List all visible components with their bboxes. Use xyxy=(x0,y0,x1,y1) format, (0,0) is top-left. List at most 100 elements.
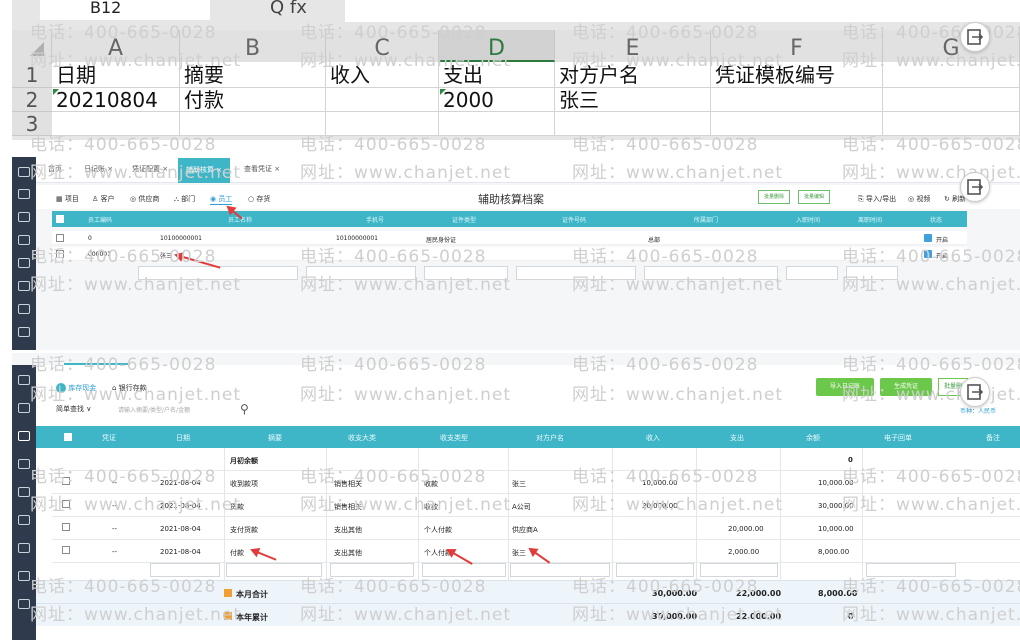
name-box[interactable]: B12 xyxy=(40,0,210,20)
row-header-2[interactable]: 2 xyxy=(12,88,52,112)
table-row[interactable]: -- 2021-08-04 支付货款 支出其他 个人付款 供应商A 20,000… xyxy=(52,517,1020,540)
batch-delete-button[interactable]: 批量删除 xyxy=(758,190,790,204)
filter-input[interactable] xyxy=(306,266,416,280)
status-toggle[interactable] xyxy=(924,250,932,258)
column-header-e[interactable]: E xyxy=(555,30,711,62)
row-checkbox[interactable] xyxy=(62,500,70,508)
generate-voucher-button[interactable]: 生成凭证 xyxy=(880,378,932,396)
chart-icon[interactable] xyxy=(18,212,30,222)
new-row-date-input[interactable] xyxy=(150,563,220,577)
filter-input[interactable] xyxy=(846,266,898,280)
row-checkbox[interactable] xyxy=(56,250,64,258)
report-icon[interactable] xyxy=(18,487,30,497)
exit-fullscreen-button[interactable] xyxy=(960,172,990,202)
column-header-a[interactable]: A xyxy=(52,30,180,62)
filter-input[interactable] xyxy=(424,266,508,280)
sub-tab-inventory[interactable]: ○ 存货 xyxy=(248,194,270,204)
status-toggle[interactable] xyxy=(924,234,932,242)
new-row-income-input[interactable] xyxy=(616,563,694,577)
sub-tab-department[interactable]: ⛬ 部门 xyxy=(174,194,195,204)
new-row-summary-input[interactable] xyxy=(226,563,322,577)
home-icon[interactable] xyxy=(18,167,30,177)
filter-input[interactable] xyxy=(516,266,636,280)
cell-b2[interactable]: 付款 xyxy=(180,88,326,112)
cart-icon[interactable] xyxy=(18,571,30,581)
cell-a1[interactable]: 日期 xyxy=(52,62,180,88)
select-all-corner[interactable] xyxy=(12,30,52,62)
calc-icon[interactable] xyxy=(18,543,30,553)
row-checkbox[interactable] xyxy=(62,523,70,531)
exit-fullscreen-button[interactable] xyxy=(960,377,990,407)
cell-a2[interactable]: 20210804 xyxy=(52,88,180,112)
column-header-b[interactable]: B xyxy=(180,30,326,62)
cell-e2[interactable]: 张三 xyxy=(555,88,711,112)
new-row-expense-input[interactable] xyxy=(700,563,778,577)
cell-f1[interactable]: 凭证模板编号 xyxy=(711,62,883,88)
row-header-3[interactable]: 3 xyxy=(12,112,52,136)
cell-c1[interactable]: 收入 xyxy=(326,62,439,88)
cell-e1[interactable]: 对方户名 xyxy=(555,62,711,88)
table-row[interactable]: -- 2021-08-04 货款 销售相关 收款 A公司 20,000.00 3… xyxy=(52,494,1020,517)
row-checkbox[interactable] xyxy=(62,546,70,554)
money-icon[interactable] xyxy=(18,235,30,245)
import-journal-button[interactable]: 导入日记账 xyxy=(816,378,874,396)
cell-b1[interactable]: 摘要 xyxy=(180,62,326,88)
tab-bank[interactable]: ⌂ 银行存款 xyxy=(112,383,147,393)
batch-edit-button[interactable]: 批量编辑 xyxy=(798,190,830,204)
column-header-c[interactable]: C xyxy=(326,30,439,62)
select-all-checkbox[interactable] xyxy=(64,433,72,441)
bank-icon[interactable] xyxy=(18,515,30,525)
cell-c2[interactable] xyxy=(326,88,439,112)
row-header-1[interactable]: 1 xyxy=(12,62,52,88)
filter-input[interactable] xyxy=(786,266,838,280)
cell-g3[interactable] xyxy=(883,112,1020,136)
report-icon[interactable] xyxy=(18,281,30,291)
search-icon[interactable]: ⚲ xyxy=(240,402,249,416)
link-video[interactable]: ◎ 视频 xyxy=(908,194,930,204)
sub-tab-customer[interactable]: ♙ 客户 xyxy=(92,194,115,204)
cell-a3[interactable] xyxy=(52,112,180,136)
filter-input[interactable] xyxy=(644,266,778,280)
cell-b3[interactable] xyxy=(180,112,326,136)
row-checkbox[interactable] xyxy=(62,477,70,485)
cell-f2[interactable] xyxy=(711,88,883,112)
new-row-receipt-input[interactable] xyxy=(866,563,956,577)
tab-journal[interactable]: 日记账 × xyxy=(84,164,113,174)
cell-d3[interactable] xyxy=(439,112,555,136)
formula-fx-label[interactable]: Q fx xyxy=(270,0,340,22)
voucher-icon[interactable] xyxy=(18,459,30,469)
cell-f3[interactable] xyxy=(711,112,883,136)
select-all-checkbox[interactable] xyxy=(56,215,64,223)
search-mode-select[interactable]: 简单查找 ∨ xyxy=(56,404,110,418)
column-header-d[interactable]: D xyxy=(439,30,555,62)
new-row-category-input[interactable] xyxy=(330,563,414,577)
row-checkbox[interactable] xyxy=(56,234,64,242)
new-row-party-input[interactable] xyxy=(510,563,610,577)
sub-tab-supplier[interactable]: ◎ 供应商 xyxy=(130,194,159,204)
table-row[interactable]: -- 2021-08-04 收到款项 销售相关 收款 张三 10,000.00 … xyxy=(52,471,1020,494)
bank-icon[interactable] xyxy=(18,304,30,314)
sub-tab-project[interactable]: ▦ 项目 xyxy=(56,194,79,204)
tab-view-voucher[interactable]: 查看凭证 × xyxy=(244,164,280,174)
tab-home[interactable]: 首页 xyxy=(48,164,62,174)
column-header-g[interactable]: G xyxy=(883,30,1020,62)
search-input[interactable]: 请输入摘要/类型/户名/金额 xyxy=(118,405,228,417)
settings-icon[interactable] xyxy=(18,599,30,609)
ledger-icon[interactable] xyxy=(18,189,30,199)
cell-g2[interactable] xyxy=(883,88,1020,112)
ledger-icon[interactable] xyxy=(18,375,30,385)
column-header-f[interactable]: F xyxy=(711,30,883,62)
new-row-type-input[interactable] xyxy=(422,563,506,577)
formula-bar[interactable] xyxy=(345,0,1020,22)
tab-aux-accounting[interactable]: 辅助核算 × xyxy=(178,158,230,183)
cell-e3[interactable] xyxy=(555,112,711,136)
voucher-icon[interactable] xyxy=(18,258,30,268)
chart-icon[interactable] xyxy=(18,403,30,413)
tab-voucher-config[interactable]: 凭证配置 × xyxy=(132,164,168,174)
cell-g1[interactable] xyxy=(883,62,1020,88)
link-import-export[interactable]: ⎘ 导入/导出 xyxy=(858,194,896,204)
cell-c3[interactable] xyxy=(326,112,439,136)
tab-cash[interactable]: 库存现金 xyxy=(56,383,96,393)
cell-d2[interactable]: 2000 xyxy=(439,88,555,112)
exit-fullscreen-button[interactable] xyxy=(960,22,990,52)
